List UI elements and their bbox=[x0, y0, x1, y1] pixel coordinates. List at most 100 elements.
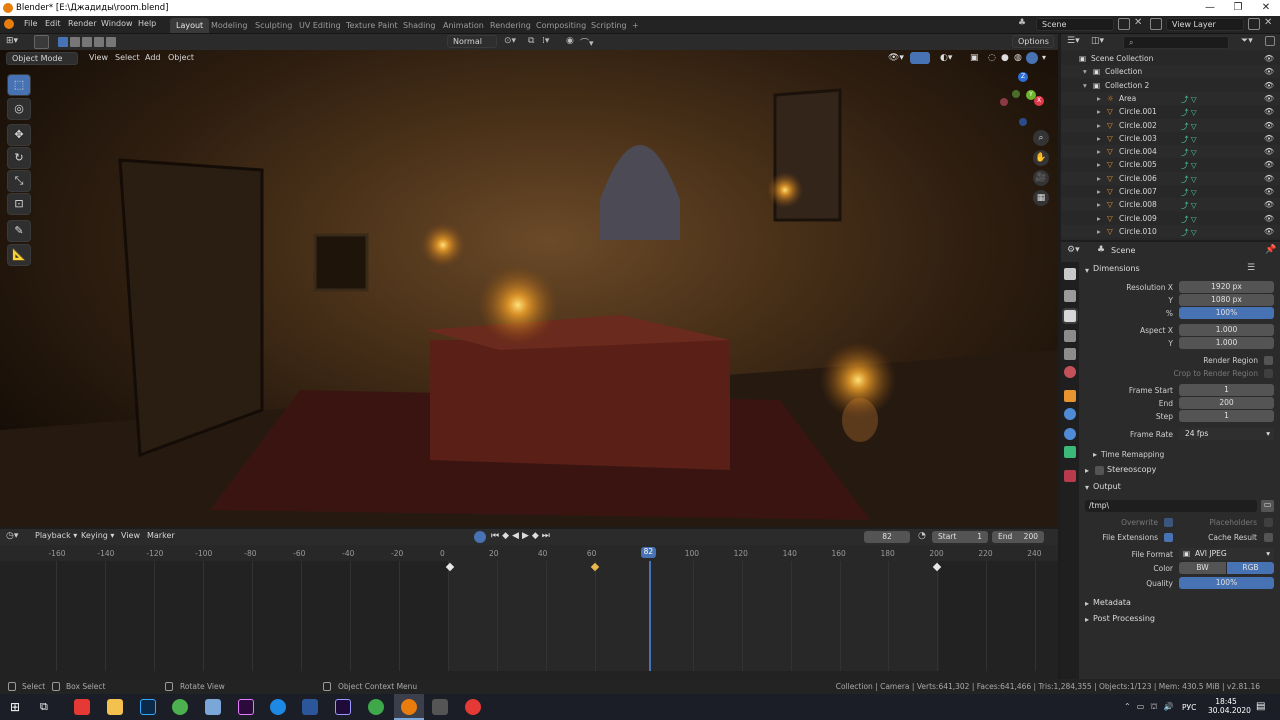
snap-target-icon[interactable]: ⁞▾ bbox=[542, 36, 549, 46]
menu-window[interactable]: Window bbox=[101, 19, 133, 28]
placeholders-checkbox[interactable] bbox=[1264, 518, 1273, 527]
expand-arrow-icon[interactable]: ▸ bbox=[1097, 121, 1101, 130]
zoom-icon[interactable]: ⌕ bbox=[1033, 130, 1049, 146]
timeline-scrollbar[interactable] bbox=[0, 671, 1058, 679]
world-tab-icon[interactable] bbox=[1064, 366, 1076, 378]
frame-end-field[interactable]: 200 bbox=[1179, 397, 1274, 409]
visibility-eye-icon[interactable]: 👁 bbox=[1264, 81, 1274, 90]
perspective-grid-icon[interactable]: ▦ bbox=[1033, 190, 1049, 206]
maximize-icon[interactable]: ❐ bbox=[1224, 0, 1252, 16]
output-tab-icon[interactable] bbox=[1064, 310, 1076, 322]
file-format-dropdown[interactable]: ▣ AVI JPEG ▾ bbox=[1179, 548, 1274, 560]
constraints-tab-icon[interactable] bbox=[1064, 446, 1076, 458]
tab-texture-paint[interactable]: Texture Paint bbox=[340, 18, 404, 33]
tool-tab-icon[interactable] bbox=[1064, 268, 1076, 280]
new-view-layer-icon[interactable] bbox=[1248, 18, 1260, 30]
select-tool-icon[interactable] bbox=[34, 35, 49, 49]
overlays-icon[interactable]: ◐▾ bbox=[940, 53, 952, 63]
output-path-input[interactable]: /tmp\ bbox=[1085, 500, 1257, 512]
menu-keying[interactable]: Keying ▾ bbox=[76, 530, 119, 543]
visibility-eye-icon[interactable]: 👁 bbox=[1264, 187, 1274, 196]
utorrent-icon[interactable] bbox=[368, 699, 384, 715]
cursor-tool-icon[interactable]: ◎ bbox=[7, 98, 31, 120]
prev-keyframe-icon[interactable]: ◆ bbox=[502, 531, 512, 541]
crop-region-checkbox[interactable] bbox=[1264, 369, 1273, 378]
outliner-editor-icon[interactable]: ☰▾ bbox=[1067, 36, 1080, 46]
telegram-icon[interactable] bbox=[270, 699, 286, 715]
menu-file[interactable]: File bbox=[24, 19, 37, 28]
annotate-tool-icon[interactable]: ✎ bbox=[7, 220, 31, 242]
axis-y[interactable]: Y bbox=[1026, 90, 1036, 100]
physics-tab-icon[interactable] bbox=[1064, 428, 1076, 440]
axis-neg-y[interactable] bbox=[1012, 90, 1020, 98]
select-subtract-icon[interactable] bbox=[82, 37, 92, 47]
file-extensions-checkbox[interactable] bbox=[1164, 533, 1173, 542]
tab-animation[interactable]: Animation bbox=[437, 18, 490, 33]
metadata-expand-icon[interactable]: ▸ bbox=[1085, 599, 1089, 608]
post-processing-expand-icon[interactable]: ▸ bbox=[1085, 615, 1089, 624]
start-frame-field[interactable]: Start 1 bbox=[932, 531, 988, 543]
timeline-editor-icon[interactable]: ◷▾ bbox=[6, 531, 18, 541]
notifications-icon[interactable]: ▤ bbox=[1256, 701, 1265, 712]
gizmo-toggle-icon[interactable] bbox=[910, 52, 930, 64]
after-effects-icon[interactable] bbox=[335, 699, 351, 715]
add-workspace-button[interactable]: + bbox=[626, 18, 645, 33]
tray-icons[interactable]: ⌃▭⛫🔊 bbox=[1124, 702, 1180, 712]
visibility-eye-icon[interactable]: 👁 bbox=[1264, 134, 1274, 143]
outliner-search-input[interactable]: ⌕ bbox=[1123, 36, 1229, 49]
display-mode-icon[interactable]: ◫▾ bbox=[1091, 36, 1104, 46]
post-processing-panel-header[interactable]: Post Processing bbox=[1093, 614, 1155, 623]
menu-view-timeline[interactable]: View bbox=[116, 530, 145, 543]
pin-icon[interactable]: 📌 bbox=[1265, 245, 1276, 255]
pan-hand-icon[interactable]: ✋ bbox=[1033, 150, 1049, 166]
outliner-row[interactable]: ▸ ▽ Circle.002 ⤴ ▽ 👁 bbox=[1061, 118, 1280, 132]
visibility-eye-icon[interactable]: 👁 bbox=[1264, 121, 1274, 130]
aspect-y-field[interactable]: 1.000 bbox=[1179, 337, 1274, 349]
clock[interactable]: 18:45 30.04.2020 bbox=[1208, 697, 1251, 715]
select-intersect-icon[interactable] bbox=[106, 37, 116, 47]
falloff-icon[interactable]: ⌒▾ bbox=[580, 36, 594, 49]
output-expand-icon[interactable]: ▾ bbox=[1085, 483, 1089, 492]
yandex-app-icon[interactable] bbox=[74, 699, 90, 715]
menu-render[interactable]: Render bbox=[68, 19, 96, 28]
editor-type-icon[interactable]: ⊞▾ bbox=[6, 36, 26, 48]
delete-scene-icon[interactable]: ✕ bbox=[1134, 17, 1142, 28]
play-icon[interactable]: ▶ bbox=[522, 531, 532, 541]
tab-rendering[interactable]: Rendering bbox=[484, 18, 537, 33]
next-keyframe-icon[interactable]: ◆ bbox=[532, 531, 542, 541]
visibility-icon[interactable]: 👁▾ bbox=[888, 53, 904, 63]
end-frame-field[interactable]: End 200 bbox=[992, 531, 1044, 543]
file-explorer-icon[interactable] bbox=[107, 699, 123, 715]
cache-result-checkbox[interactable] bbox=[1264, 533, 1273, 542]
outliner-row[interactable]: ▾ ▣ Collection 👁 bbox=[1061, 65, 1280, 79]
expand-arrow-icon[interactable]: ▾ bbox=[1083, 67, 1087, 76]
metadata-panel-header[interactable]: Metadata bbox=[1093, 598, 1131, 607]
chrome-icon[interactable] bbox=[172, 699, 188, 715]
menu-edit[interactable]: Edit bbox=[45, 19, 61, 28]
tab-layout[interactable]: Layout bbox=[170, 18, 210, 33]
play-reverse-icon[interactable]: ◀ bbox=[512, 531, 522, 541]
dimensions-panel-header[interactable]: Dimensions bbox=[1093, 264, 1140, 273]
modifier-tab-icon[interactable] bbox=[1064, 408, 1076, 420]
wireframe-shading-icon[interactable]: ◌ bbox=[988, 53, 996, 63]
visibility-eye-icon[interactable]: 👁 bbox=[1264, 227, 1274, 236]
select-box-tool-icon[interactable]: ⬚ bbox=[7, 74, 31, 96]
outliner-row[interactable]: ▾ ▣ Collection 2 👁 bbox=[1061, 79, 1280, 92]
expand-arrow-icon[interactable]: ▸ bbox=[1097, 94, 1101, 103]
jump-end-icon[interactable]: ⏭ bbox=[542, 531, 553, 541]
expand-arrow-icon[interactable]: ▸ bbox=[1097, 107, 1101, 116]
tab-compositing[interactable]: Compositing bbox=[530, 18, 592, 33]
outliner-row[interactable]: ▸ ▽ Circle.001 ⤴ ▽ 👁 bbox=[1061, 105, 1280, 118]
close-icon[interactable]: ✕ bbox=[1252, 0, 1280, 16]
tab-shading[interactable]: Shading bbox=[397, 18, 442, 33]
select-invert-icon[interactable] bbox=[94, 37, 104, 47]
scene-selector[interactable]: Scene bbox=[1036, 18, 1114, 31]
stereoscopy-panel-header[interactable]: Stereoscopy bbox=[1107, 465, 1156, 474]
shading-options-icon[interactable]: ▾ bbox=[1042, 53, 1046, 62]
visibility-eye-icon[interactable]: 👁 bbox=[1264, 147, 1274, 156]
timeline-area[interactable] bbox=[0, 561, 1058, 679]
outliner-row[interactable]: ▸ ▽ Circle.006 ⤴ ▽ 👁 bbox=[1061, 171, 1280, 185]
snap-icon[interactable]: ⧉ bbox=[528, 36, 534, 46]
stereoscopy-checkbox[interactable] bbox=[1095, 466, 1104, 475]
tab-uv-editing[interactable]: UV Editing bbox=[293, 18, 347, 33]
